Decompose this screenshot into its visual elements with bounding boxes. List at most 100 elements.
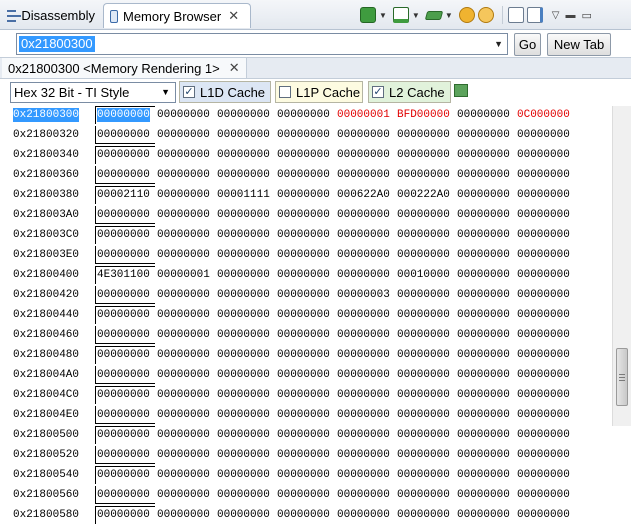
memory-cell[interactable]: 00000000 <box>457 168 510 182</box>
memory-row[interactable]: 0x21800560 00000000 00000000 00000000 000000… <box>0 486 612 506</box>
memory-cell[interactable]: 00000000 <box>217 128 270 142</box>
memory-address[interactable]: 0x21800400 <box>13 268 79 282</box>
memory-cell[interactable]: 00000000 <box>277 288 330 302</box>
memory-address[interactable]: 0x218003A0 <box>13 208 79 222</box>
memory-row[interactable]: 0x21800500 00000000 00000000 00000000 000000… <box>0 426 612 446</box>
new-view-icon[interactable] <box>507 7 524 23</box>
memory-cell[interactable]: 4E301100 <box>97 268 150 282</box>
memory-cell[interactable]: 00000000 <box>397 168 450 182</box>
tab-memory-rendering[interactable]: 0x21800300 <Memory Rendering 1> ✕ <box>2 58 247 78</box>
memory-cell[interactable]: 00000000 <box>397 448 450 462</box>
memory-cell[interactable]: 00000000 <box>217 468 270 482</box>
memory-cell[interactable]: 00000000 <box>337 408 390 422</box>
memory-cell[interactable]: 00000000 <box>277 468 330 482</box>
memory-cell[interactable]: 00000000 <box>157 408 210 422</box>
memory-cell[interactable]: 00000000 <box>397 128 450 142</box>
memory-cell[interactable]: 00000000 <box>337 328 390 342</box>
memory-cell[interactable]: 00000000 <box>157 488 210 502</box>
memory-address[interactable]: 0x21800320 <box>13 128 79 142</box>
memory-cell[interactable]: 00000000 <box>277 308 330 322</box>
memory-cell[interactable]: 00000000 <box>397 348 450 362</box>
memory-cell[interactable]: 00000000 <box>217 248 270 262</box>
memory-cell[interactable]: 00000000 <box>457 368 510 382</box>
memory-row[interactable]: 0x218004A0 00000000 00000000 00000000 000000… <box>0 366 612 386</box>
memory-cell[interactable]: 000622A0 <box>337 188 390 202</box>
memory-cell[interactable]: 00000000 <box>337 208 390 222</box>
new-tab-button[interactable]: New Tab <box>547 33 611 56</box>
memory-cell[interactable]: 00000000 <box>277 228 330 242</box>
memory-cell[interactable]: 00000000 <box>397 228 450 242</box>
memory-cell[interactable]: 00000000 <box>337 428 390 442</box>
memory-cell[interactable]: 00000000 <box>277 388 330 402</box>
memory-cell[interactable]: 00000000 <box>517 228 570 242</box>
checkbox-checked-icon[interactable]: ✓ <box>183 86 195 98</box>
memory-cell[interactable]: BFD00000 <box>397 108 450 122</box>
memory-cell[interactable]: 00000000 <box>277 108 330 122</box>
memory-row[interactable]: 0x218003A0 00000000 00000000 00000000 000000… <box>0 206 612 226</box>
memory-cell[interactable]: 00000000 <box>517 508 570 522</box>
memory-cell[interactable]: 00000000 <box>517 288 570 302</box>
memory-cell[interactable]: 00000000 <box>337 348 390 362</box>
memory-cell[interactable]: 00000000 <box>337 448 390 462</box>
memory-cell[interactable]: 00000000 <box>517 388 570 402</box>
memory-cell[interactable]: 00000000 <box>157 508 210 522</box>
sync-back-icon[interactable] <box>477 7 494 23</box>
memory-address[interactable]: 0x21800580 <box>13 508 79 522</box>
memory-address[interactable]: 0x21800500 <box>13 428 79 442</box>
maximize-icon[interactable]: ▭ <box>581 9 591 22</box>
memory-cell[interactable]: 00000000 <box>97 348 150 362</box>
memory-cell[interactable]: 00000000 <box>97 248 150 262</box>
memory-cell[interactable]: 00000000 <box>97 468 150 482</box>
memory-cell[interactable]: 00000000 <box>277 428 330 442</box>
memory-cell[interactable]: 00000000 <box>517 188 570 202</box>
memory-cell[interactable]: 00000000 <box>97 488 150 502</box>
memory-cell[interactable]: 00000000 <box>157 208 210 222</box>
memory-cell[interactable]: 00000000 <box>217 308 270 322</box>
memory-cell[interactable]: 00010000 <box>397 268 450 282</box>
memory-cell[interactable]: 00000000 <box>277 408 330 422</box>
address-input[interactable]: 0x21800300 ▼ <box>16 33 508 55</box>
memory-cell[interactable]: 00000000 <box>457 328 510 342</box>
memory-cell[interactable]: 00000000 <box>457 388 510 402</box>
memory-row[interactable]: 0x218004E0 00000000 00000000 00000000 000000… <box>0 406 612 426</box>
memory-cell[interactable]: 00000000 <box>337 248 390 262</box>
memory-cell[interactable]: 00000000 <box>337 228 390 242</box>
memory-row[interactable]: 0x21800320 00000000 00000000 00000000 000000… <box>0 126 612 146</box>
memory-cell[interactable]: 00000000 <box>337 148 390 162</box>
memory-cell[interactable]: 00000000 <box>457 248 510 262</box>
memory-cell[interactable]: 00000000 <box>337 368 390 382</box>
memory-cell[interactable]: 00000000 <box>337 268 390 282</box>
memory-cell[interactable]: 000222A0 <box>397 188 450 202</box>
view-menu-icon[interactable]: ▽ <box>552 10 560 21</box>
memory-address[interactable]: 0x218003C0 <box>13 228 79 242</box>
memory-cell[interactable]: 00000000 <box>517 448 570 462</box>
memory-cell[interactable]: 00000000 <box>157 468 210 482</box>
go-button[interactable]: Go <box>514 33 541 56</box>
memory-cell[interactable]: 00000000 <box>97 228 150 242</box>
memory-row[interactable]: 0x21800420 00000000 00000000 00000000 000000… <box>0 286 612 306</box>
memory-cell[interactable]: 00000000 <box>157 308 210 322</box>
memory-cell[interactable]: 00000000 <box>397 488 450 502</box>
memory-cell[interactable]: 00000000 <box>397 368 450 382</box>
memory-cell[interactable]: 00000000 <box>217 228 270 242</box>
memory-row[interactable]: 0x21800360 00000000 00000000 00000000 000000… <box>0 166 612 186</box>
scrollbar-thumb[interactable] <box>616 348 628 406</box>
tab-memory-browser[interactable]: Memory Browser ✕ <box>103 3 251 28</box>
memory-cell[interactable]: 00000000 <box>457 108 510 122</box>
memory-cell[interactable]: 00000000 <box>277 368 330 382</box>
memory-cell[interactable]: 00000000 <box>97 288 150 302</box>
memory-address[interactable]: 0x218004E0 <box>13 408 79 422</box>
memory-cell[interactable]: 00000000 <box>217 268 270 282</box>
memory-cell[interactable]: 00000000 <box>217 168 270 182</box>
memory-address[interactable]: 0x21800480 <box>13 348 79 362</box>
memory-cell[interactable]: 00000000 <box>457 468 510 482</box>
memory-cell[interactable]: 00000000 <box>217 408 270 422</box>
chevron-down-icon[interactable]: ▼ <box>379 11 387 20</box>
memory-cell[interactable]: 00000000 <box>457 228 510 242</box>
memory-cell[interactable]: 00000000 <box>337 168 390 182</box>
chevron-down-icon[interactable]: ▼ <box>445 11 453 20</box>
memory-address[interactable]: 0x218004A0 <box>13 368 79 382</box>
minimize-icon[interactable]: ▬ <box>565 10 575 21</box>
memory-cell[interactable]: 00000000 <box>157 368 210 382</box>
memory-cell[interactable]: 00000000 <box>517 128 570 142</box>
